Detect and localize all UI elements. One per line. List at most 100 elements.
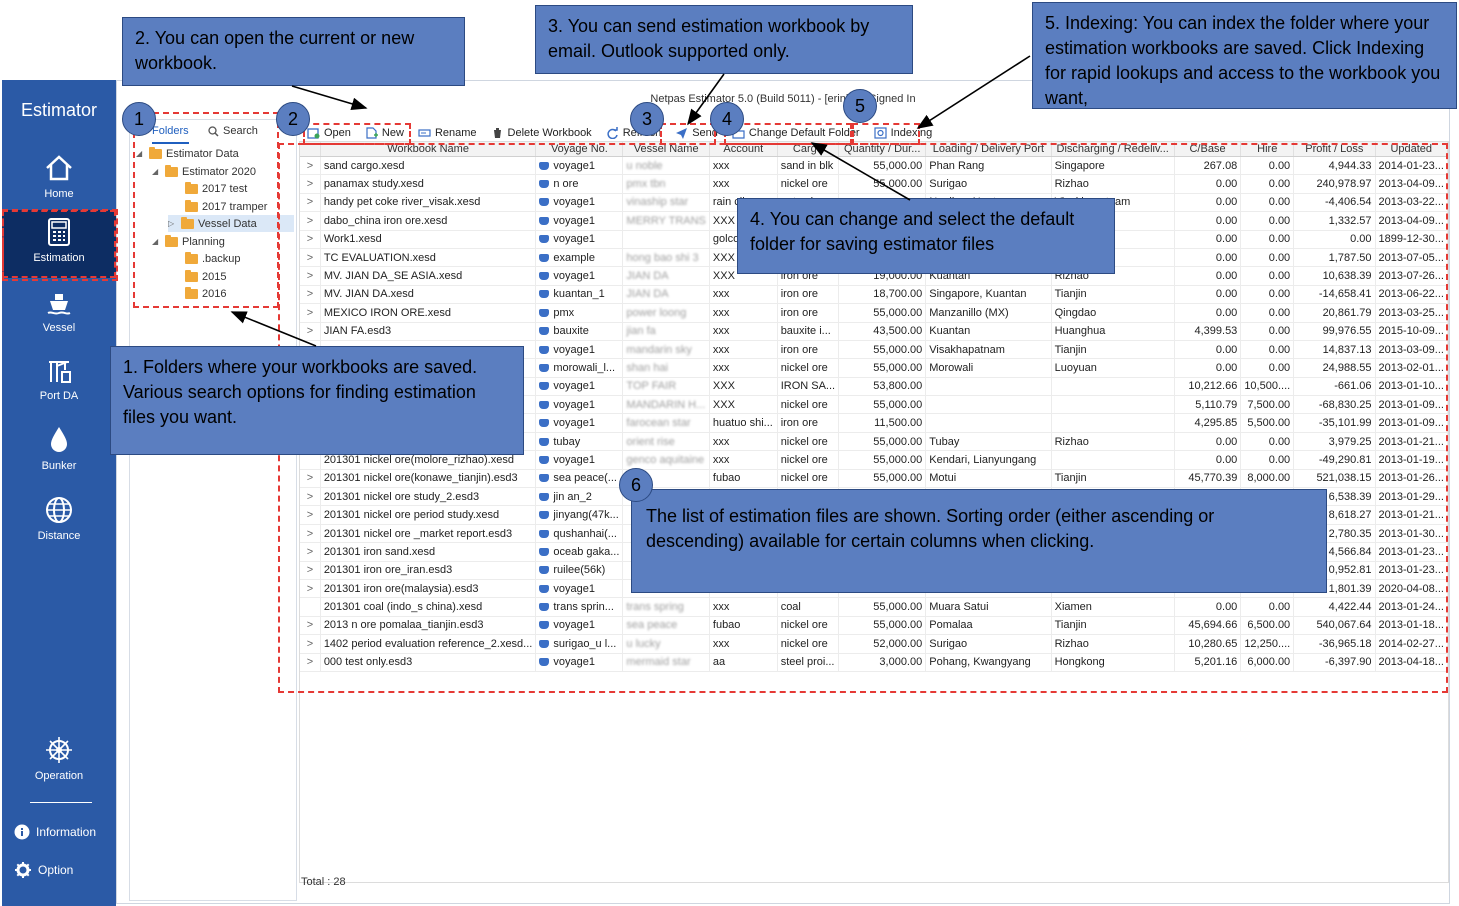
table-row[interactable]: > sand cargo.xesd voyage1 u noble xxx sand in… bbox=[300, 156, 1448, 176]
tree-node[interactable]: 2017 test bbox=[172, 180, 247, 197]
column-header[interactable]: Cargo bbox=[777, 142, 840, 157]
nav-information[interactable]: Information bbox=[14, 824, 96, 840]
nav-distance[interactable]: Distance bbox=[2, 488, 116, 556]
callout-indexing: 5. Indexing: You can index the folder wh… bbox=[1032, 2, 1457, 109]
delete-workbook-button[interactable]: Delete Workbook bbox=[491, 127, 592, 139]
voyage-label: voyage1 bbox=[553, 582, 595, 595]
table-cell: 240,978.97 bbox=[1293, 174, 1376, 194]
nav-vessel[interactable]: Vessel bbox=[2, 280, 116, 348]
table-row[interactable]: > MEXICO IRON ORE.xesd pmx power loong xxx ir… bbox=[300, 303, 1448, 323]
tree-node[interactable]: .backup bbox=[172, 250, 241, 267]
table-cell: 0.00 bbox=[1174, 266, 1242, 286]
row-expander[interactable]: > bbox=[300, 156, 321, 176]
column-header[interactable]: Profit / Loss bbox=[1293, 142, 1376, 157]
row-expander[interactable] bbox=[300, 597, 321, 617]
row-expander[interactable]: > bbox=[300, 174, 321, 194]
change-default-folder-button[interactable]: Change Default Folder bbox=[732, 127, 860, 139]
row-expander[interactable]: > bbox=[300, 211, 321, 231]
table-row[interactable]: >000 test only.esd3 voyage1 mermaid star aa… bbox=[300, 653, 1448, 672]
row-expander[interactable]: > bbox=[300, 230, 321, 249]
vessel-icon bbox=[539, 492, 550, 501]
tree-node[interactable]: 2017 tramper bbox=[172, 198, 267, 215]
tree-node[interactable]: ◢ Planning bbox=[152, 233, 225, 250]
tree-node[interactable]: ◢ Estimator 2020 bbox=[152, 163, 256, 180]
row-expander[interactable]: > bbox=[300, 285, 321, 305]
vessel-icon bbox=[539, 437, 550, 446]
row-expander[interactable]: > bbox=[300, 616, 321, 636]
column-header[interactable]: Hire bbox=[1240, 142, 1295, 157]
table-cell: 0.00 bbox=[1174, 450, 1242, 470]
table-cell: bauxite i... bbox=[777, 322, 840, 341]
column-header[interactable]: Loading / Delivery Port bbox=[925, 142, 1052, 157]
tree-node[interactable]: ◢ Estimator Data bbox=[136, 145, 239, 162]
table-cell: Tianjin bbox=[1051, 285, 1175, 305]
nav-vessel-label: Vessel bbox=[42, 322, 76, 334]
nav-bunker[interactable]: Bunker bbox=[2, 418, 116, 486]
nav-operation[interactable]: Operation bbox=[2, 728, 116, 796]
table-cell: 0.00 bbox=[1240, 358, 1295, 378]
nav-home[interactable]: Home bbox=[2, 146, 116, 214]
column-header[interactable]: Discharging / Redeliv... bbox=[1051, 142, 1175, 157]
tree-node[interactable]: 2015 bbox=[172, 268, 226, 285]
row-expander[interactable]: > bbox=[300, 653, 321, 672]
nav-estimation[interactable]: Estimation bbox=[2, 210, 116, 278]
table-cell bbox=[925, 377, 1052, 397]
table-row[interactable]: >201301 nickel ore(konawe_tianjin).esd3 s… bbox=[300, 469, 1448, 489]
table-cell: 4,944.33 bbox=[1293, 156, 1376, 176]
table-cell: TC EVALUATION.xesd bbox=[320, 248, 537, 268]
nav-port-da[interactable]: Port DA bbox=[2, 348, 116, 416]
table-cell: 0.00 bbox=[1240, 248, 1295, 268]
row-expander[interactable]: > bbox=[300, 193, 321, 213]
table-row[interactable]: >1402 period evaluation reference_2.xesd… bbox=[300, 634, 1448, 654]
row-expander[interactable]: > bbox=[300, 561, 321, 580]
new-button[interactable]: New bbox=[365, 127, 404, 139]
row-expander[interactable]: > bbox=[300, 487, 321, 507]
column-header[interactable]: Workbook Name bbox=[320, 142, 537, 157]
vessel-icon bbox=[539, 216, 550, 225]
vessel-icon bbox=[539, 603, 550, 612]
row-expander[interactable]: > bbox=[300, 505, 321, 525]
tree-node[interactable]: 2016 bbox=[172, 285, 226, 302]
row-expander[interactable]: > bbox=[300, 248, 321, 268]
table-cell: MEXICO IRON ORE.xesd bbox=[320, 303, 537, 323]
column-header[interactable]: Updated bbox=[1375, 142, 1448, 157]
row-expander[interactable]: > bbox=[300, 524, 321, 544]
tree-node-selected[interactable]: ▷ Vessel Data bbox=[168, 215, 294, 232]
row-expander[interactable]: > bbox=[300, 579, 321, 599]
table-cell: Singapore bbox=[1051, 156, 1175, 176]
table-row[interactable]: >2013 n ore pomalaa_tianjin.esd3 voyage1 s… bbox=[300, 616, 1448, 636]
row-expander[interactable]: > bbox=[300, 303, 321, 323]
column-header[interactable] bbox=[300, 142, 321, 157]
table-cell: 43,500.00 bbox=[838, 322, 927, 341]
table-header: Workbook Name Voyage No. Vessel Name Accoun… bbox=[300, 142, 1448, 157]
column-header[interactable]: Account bbox=[709, 142, 778, 157]
table-cell: Motui bbox=[925, 469, 1052, 489]
row-expander[interactable]: > bbox=[300, 322, 321, 341]
tab-folders[interactable]: Folders bbox=[152, 120, 189, 144]
table-row[interactable]: > MV. JIAN DA.xesd kuantan_1 JIAN DA xxx iron… bbox=[300, 285, 1448, 305]
row-expander[interactable]: > bbox=[300, 634, 321, 654]
column-header[interactable]: Vessel Name bbox=[622, 142, 710, 157]
nav-home-label: Home bbox=[44, 188, 74, 200]
tab-search[interactable]: Search bbox=[208, 120, 258, 142]
row-expander[interactable]: > bbox=[300, 542, 321, 562]
row-expander[interactable]: > bbox=[300, 469, 321, 489]
indexing-button[interactable]: Indexing bbox=[874, 127, 932, 139]
rename-button[interactable]: Rename bbox=[418, 127, 477, 139]
table-cell: 2013-03-09... bbox=[1375, 340, 1448, 360]
badge-2: 2 bbox=[276, 102, 310, 136]
table-row[interactable]: > panamax study.xesd n ore pmx tbn xxx nickel… bbox=[300, 174, 1448, 194]
indexing-icon bbox=[874, 127, 887, 139]
column-header[interactable]: C/Base bbox=[1174, 142, 1242, 157]
nav-option[interactable]: Option bbox=[14, 861, 73, 879]
table-row[interactable]: 201301 coal (indo_s china).xesd trans spr… bbox=[300, 597, 1448, 617]
table-cell: 0.00 bbox=[1174, 340, 1242, 360]
send-button[interactable]: Send bbox=[675, 127, 718, 139]
open-button[interactable]: Open bbox=[307, 127, 351, 139]
column-header[interactable]: Voyage No. bbox=[535, 142, 624, 157]
table-cell bbox=[925, 395, 1052, 415]
table-row[interactable]: > JIAN FA.esd3 bauxite jian fa xxx bauxite i.… bbox=[300, 322, 1448, 341]
table-cell: 2013-04-09... bbox=[1375, 211, 1448, 231]
row-expander[interactable]: > bbox=[300, 266, 321, 286]
column-header[interactable]: Quantity / Dur... bbox=[838, 142, 927, 157]
